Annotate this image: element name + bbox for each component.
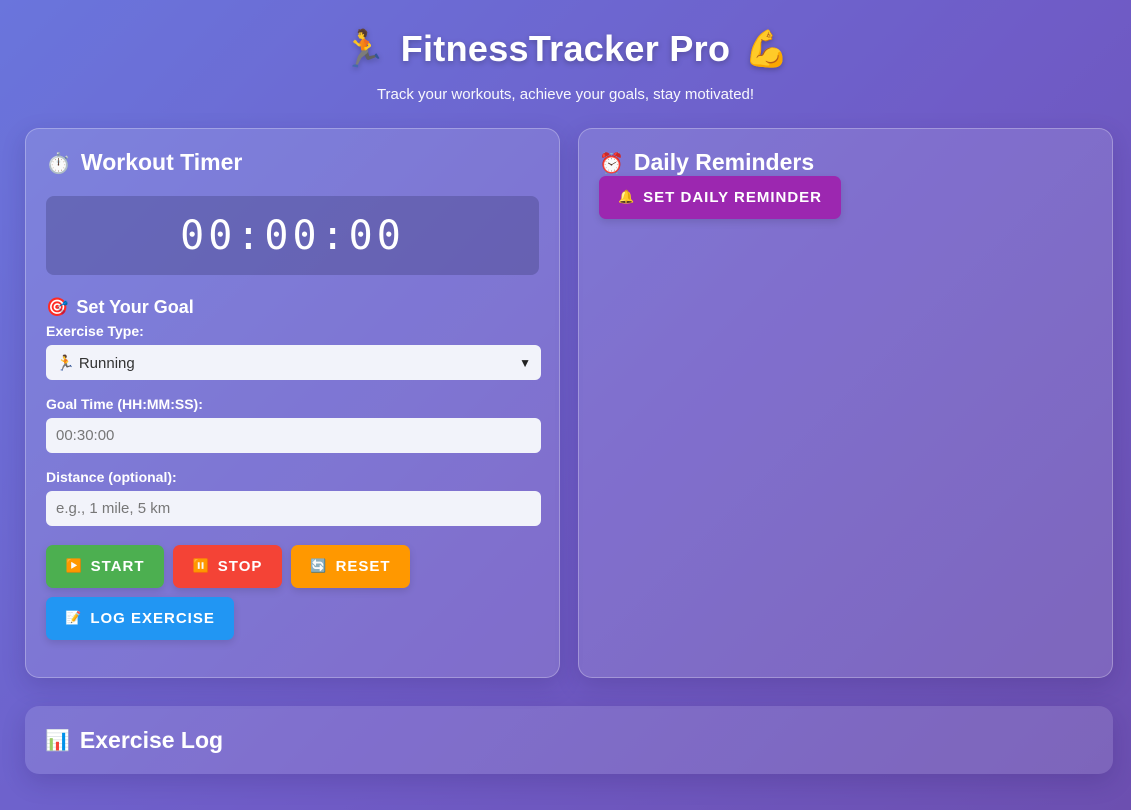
reset-label: RESET <box>335 558 391 575</box>
flexed-biceps-icon: 💪 <box>744 29 790 70</box>
app-title-text: FitnessTracker Pro <box>400 28 731 69</box>
goal-time-label: Goal Time (HH:MM:SS): <box>46 396 203 412</box>
exercise-log-title-text: Exercise Log <box>79 726 224 753</box>
exercise-log-title: 📊 Exercise Log <box>45 727 223 754</box>
start-button[interactable]: ▶️ START <box>46 545 164 588</box>
start-label: START <box>90 558 145 575</box>
workout-timer-card: ⏱️ Workout Timer 00:00:00 🎯 Set Your Goa… <box>25 128 560 678</box>
timer-display: 00:00:00 <box>46 196 539 275</box>
stop-label: STOP <box>217 558 263 575</box>
exercise-log-card: 📊 Exercise Log <box>25 706 1113 774</box>
distance-input[interactable]: e.g., 1 mile, 5 km <box>46 491 541 526</box>
set-daily-reminder-button[interactable]: 🔔 SET DAILY REMINDER <box>599 176 841 219</box>
bar-chart-icon: 📊 <box>45 728 70 752</box>
set-goal-title-text: Set Your Goal <box>76 297 194 317</box>
target-icon: 🎯 <box>46 297 69 318</box>
runner-icon: 🏃 <box>341 29 387 70</box>
daily-reminders-title: ⏰ Daily Reminders <box>599 149 1092 176</box>
exercise-type-select[interactable]: 🏃 Running ▼ <box>46 345 541 380</box>
goal-time-input[interactable]: 00:30:00 <box>46 418 541 453</box>
daily-reminders-card: ⏰ Daily Reminders 🔔 SET DAILY REMINDER <box>578 128 1113 678</box>
workout-timer-title: ⏱️ Workout Timer <box>46 149 539 176</box>
reset-button[interactable]: 🔄 RESET <box>291 545 410 588</box>
chevron-down-icon: ▼ <box>519 355 531 370</box>
alarm-clock-icon: ⏰ <box>599 150 624 175</box>
app-subtitle: Track your workouts, achieve your goals,… <box>376 86 755 103</box>
daily-reminders-title-text: Daily Reminders <box>633 149 815 175</box>
exercise-type-label: Exercise Type: <box>46 323 144 339</box>
bell-icon: 🔔 <box>617 190 636 205</box>
memo-icon: 📝 <box>65 611 83 626</box>
timer-controls: ▶️ START ⏸️ STOP 🔄 RESET <box>46 545 539 588</box>
pause-icon: ⏸️ <box>192 559 210 574</box>
exercise-type-value: 🏃 Running <box>56 354 135 372</box>
app-title: 🏃 FitnessTracker Pro 💪 <box>342 28 790 70</box>
stop-button[interactable]: ⏸️ STOP <box>173 545 282 588</box>
set-daily-reminder-label: SET DAILY REMINDER <box>643 189 823 206</box>
app-header: 🏃 FitnessTracker Pro 💪 Track your workou… <box>0 0 1131 103</box>
log-exercise-button[interactable]: 📝 LOG EXERCISE <box>46 597 234 640</box>
distance-label: Distance (optional): <box>46 469 177 485</box>
workout-timer-title-text: Workout Timer <box>80 149 243 175</box>
set-goal-title: 🎯 Set Your Goal <box>46 297 539 318</box>
stopwatch-icon: ⏱️ <box>46 150 71 175</box>
refresh-icon: 🔄 <box>310 559 328 574</box>
play-icon: ▶️ <box>65 559 83 574</box>
log-exercise-label: LOG EXERCISE <box>90 610 215 627</box>
